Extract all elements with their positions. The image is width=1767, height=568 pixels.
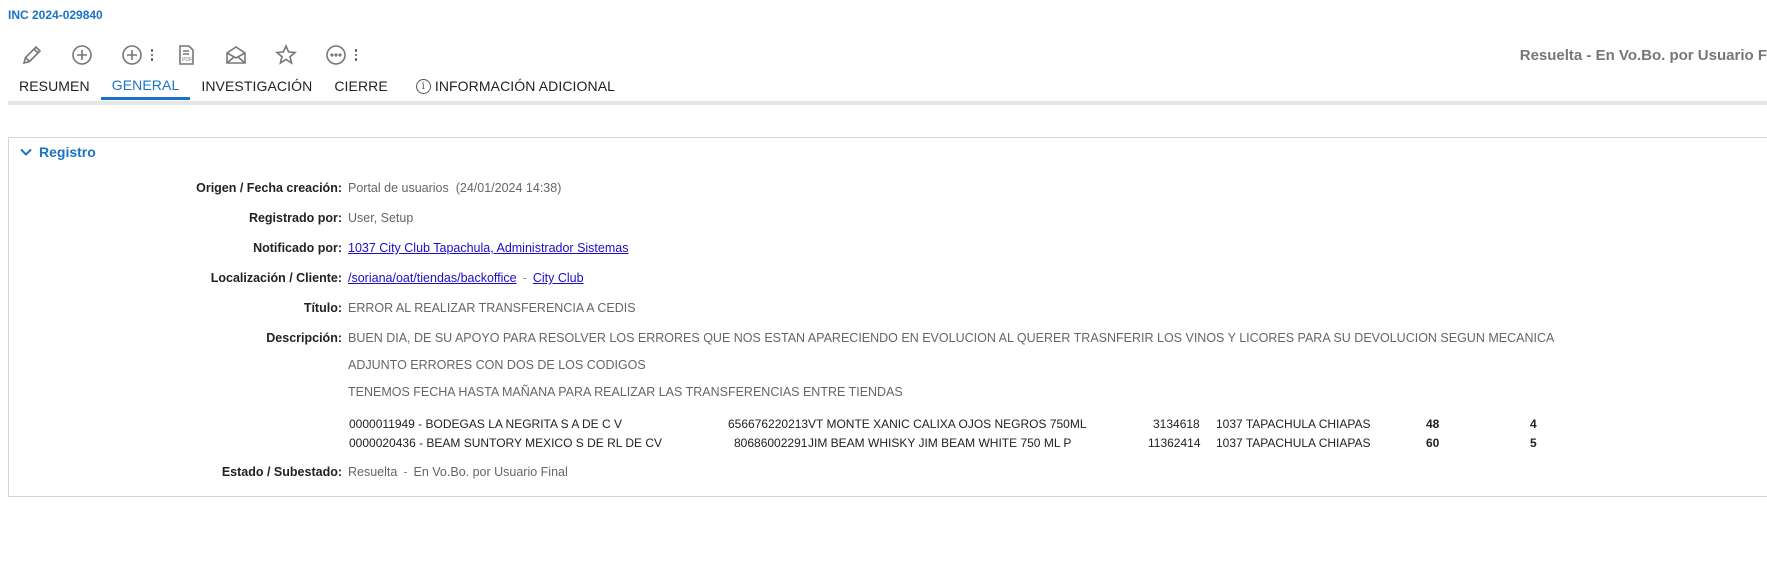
- notificado-link[interactable]: 1037 City Club Tapachula, Administrador …: [348, 241, 628, 255]
- tab-label: INVESTIGACIÓN: [201, 78, 313, 94]
- chevron-down-icon: [20, 148, 32, 156]
- localizacion-label: Localización / Cliente:: [210, 271, 342, 285]
- origen-text: Portal de usuarios: [348, 181, 449, 195]
- tab-label: INFORMACIÓN ADICIONAL: [434, 78, 616, 94]
- separator: -: [403, 465, 408, 479]
- codigo: 656676220213: [728, 417, 809, 431]
- localizacion-value: /soriana/oat/tiendas/backoffice - City Clu…: [348, 271, 584, 285]
- tab-label: CIERRE: [334, 78, 388, 94]
- sku: 11362414: [1148, 436, 1201, 450]
- creation-date: (24/01/2024 14:38): [455, 181, 562, 195]
- tienda: 1037 TAPACHULA CHIAPAS: [1216, 417, 1371, 431]
- tab-label: GENERAL: [111, 76, 180, 93]
- registro-section-header[interactable]: Registro: [19, 144, 96, 160]
- pdf-icon[interactable]: PDF: [172, 41, 200, 69]
- estado-text: Resuelta: [348, 465, 398, 479]
- cantidad-1: 48: [1426, 417, 1440, 431]
- titulo-label: Título:: [303, 301, 342, 315]
- estado-label: Estado / Subestado:: [221, 465, 342, 479]
- codigo: 80686002291: [734, 436, 808, 450]
- origen-label: Origen / Fecha creación:: [196, 181, 342, 195]
- registrado-label: Registrado por:: [248, 211, 342, 225]
- more-dots-icon[interactable]: [352, 44, 360, 66]
- titulo-value: ERROR AL REALIZAR TRANSFERENCIA A CEDIS: [348, 301, 636, 315]
- proveedor: 0000020436 - BEAM SUNTORY MEXICO S DE RL…: [349, 436, 663, 450]
- add-menu-icon[interactable]: [118, 41, 146, 69]
- descripcion-line-1: BUEN DIA, DE SU APOYO PARA RESOLVER LOS …: [348, 331, 1555, 345]
- status-header: Resuelta - En Vo.Bo. por Usuario F: [1519, 47, 1767, 64]
- articulo: VT MONTE XANIC CALIXA OJOS NEGROS 750ML: [808, 417, 1087, 431]
- tab-resumen[interactable]: RESUMEN: [8, 72, 101, 100]
- add-icon[interactable]: [68, 41, 96, 69]
- separator: -: [522, 271, 527, 285]
- cliente-link[interactable]: City Club: [533, 271, 584, 285]
- subestado-text: En Vo.Bo. por Usuario Final: [413, 465, 568, 479]
- proveedor: 0000011949 - BODEGAS LA NEGRITA S A DE C…: [349, 417, 623, 431]
- section-title: Registro: [39, 144, 96, 160]
- tab-cierre[interactable]: CIERRE: [323, 72, 399, 100]
- info-icon: i: [415, 78, 431, 94]
- cantidad-1: 60: [1426, 436, 1440, 450]
- tab-general[interactable]: GENERAL: [100, 72, 191, 100]
- toolbar: PDF: [18, 40, 360, 70]
- cantidad-2: 5: [1530, 436, 1537, 450]
- localizacion-link[interactable]: /soriana/oat/tiendas/backoffice: [348, 271, 517, 285]
- tab-informacion-adicional[interactable]: i INFORMACIÓN ADICIONAL: [405, 72, 626, 100]
- svg-text:PDF: PDF: [182, 57, 192, 63]
- tienda: 1037 TAPACHULA CHIAPAS: [1216, 436, 1371, 450]
- incident-id: INC 2024-029840: [8, 8, 103, 22]
- tab-label: RESUMEN: [19, 78, 90, 94]
- notificado-label: Notificado por:: [253, 241, 342, 255]
- star-icon[interactable]: [272, 41, 300, 69]
- notificado-value: 1037 City Club Tapachula, Administrador …: [348, 241, 628, 255]
- estado-value: Resuelta - En Vo.Bo. por Usuario Final: [348, 465, 568, 479]
- tab-investigacion[interactable]: INVESTIGACIÓN: [190, 72, 323, 100]
- tabs-divider: [8, 101, 1767, 105]
- articulo: JIM BEAM WHISKY JIM BEAM WHITE 750 ML P: [808, 436, 1072, 450]
- add-menu-dots-icon[interactable]: [148, 44, 156, 66]
- origen-value: Portal de usuarios (24/01/2024 14:38): [348, 181, 561, 195]
- cantidad-2: 4: [1530, 417, 1537, 431]
- sku: 3134618: [1153, 417, 1200, 431]
- registrado-value: User, Setup: [348, 211, 414, 225]
- descripcion-line-2: ADJUNTO ERRORES CON DOS DE LOS CODIGOS: [348, 358, 646, 372]
- tab-bar: RESUMEN GENERAL INVESTIGACIÓN CIERRE i I…: [8, 72, 1767, 102]
- descripcion-label: Descripción:: [266, 331, 342, 345]
- pencil-icon[interactable]: [18, 41, 46, 69]
- descripcion-line-3: TENEMOS FECHA HASTA MAÑANA PARA REALIZAR…: [348, 385, 903, 399]
- mail-icon[interactable]: [222, 41, 250, 69]
- more-icon[interactable]: [322, 41, 350, 69]
